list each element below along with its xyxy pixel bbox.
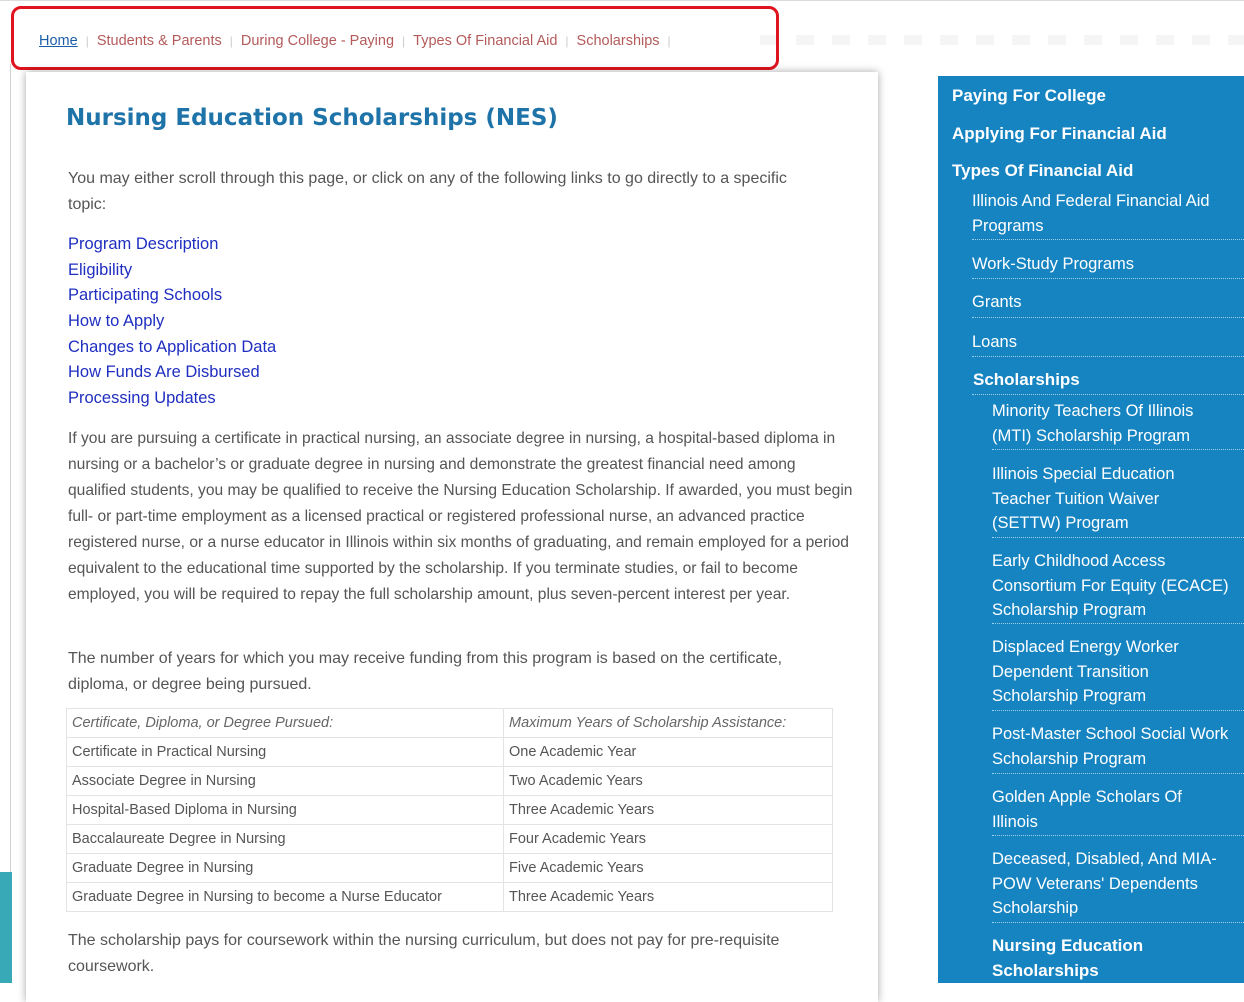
- sidebar-item-post-master-social-work[interactable]: Post-Master School Social Work Scholarsh…: [992, 722, 1244, 771]
- left-accent-bar: [0, 872, 12, 983]
- sidebar-item-displaced-energy-worker[interactable]: Displaced Energy Worker Dependent Transi…: [992, 635, 1212, 709]
- sidebar-item-veterans-dependents[interactable]: Deceased, Disabled, And MIA-POW Veterans…: [992, 847, 1237, 921]
- sidebar-divider: [972, 317, 1244, 318]
- table-header: Certificate, Diploma, or Degree Pursued:: [66, 708, 504, 738]
- sidebar-item-applying-for-financial-aid[interactable]: Applying For Financial Aid: [952, 122, 1167, 147]
- sidebar-item-illinois-federal-programs[interactable]: Illinois And Federal Financial Aid Progr…: [972, 189, 1234, 238]
- intro-text: You may either scroll through this page,…: [68, 170, 787, 213]
- table-cell: Graduate Degree in Nursing: [66, 853, 504, 883]
- table-cell: Certificate in Practical Nursing: [66, 737, 504, 767]
- sidebar-item-loans[interactable]: Loans: [972, 330, 1017, 355]
- table-row: Associate Degree in Nursing Two Academic…: [66, 766, 833, 796]
- table-cell: Four Academic Years: [503, 824, 833, 854]
- sidebar-divider: [992, 710, 1244, 711]
- sidebar-divider: [972, 394, 1244, 395]
- table-cell: Five Academic Years: [503, 853, 833, 883]
- sidebar-item-ecace-scholarship[interactable]: Early Childhood Access Consortium For Eq…: [992, 549, 1244, 623]
- link-changes-to-application-data[interactable]: Changes to Application Data: [68, 338, 276, 356]
- table-row: Hospital-Based Diploma in Nursing Three …: [66, 795, 833, 825]
- table-cell: Graduate Degree in Nursing to become a N…: [66, 882, 504, 912]
- sidebar-divider: [992, 835, 1244, 836]
- table-cell: Hospital-Based Diploma in Nursing: [66, 795, 504, 825]
- table-row: Certificate in Practical Nursing One Aca…: [66, 737, 833, 767]
- table-row: Baccalaureate Degree in Nursing Four Aca…: [66, 824, 833, 854]
- table-cell: Three Academic Years: [503, 882, 833, 912]
- sidebar-divider: [992, 922, 1244, 923]
- breadcrumb-highlight-box: [11, 6, 779, 70]
- sidebar-divider: [992, 449, 1244, 450]
- coursework-note-text: The scholarship pays for coursework with…: [68, 932, 780, 975]
- sidebar-divider: [992, 537, 1244, 538]
- link-program-description[interactable]: Program Description: [68, 235, 218, 253]
- sidebar-divider: [992, 623, 1244, 624]
- sidebar-item-types-of-financial-aid[interactable]: Types Of Financial Aid: [952, 159, 1133, 184]
- link-eligibility[interactable]: Eligibility: [68, 261, 132, 279]
- sidebar-item-paying-for-college[interactable]: Paying For College: [952, 84, 1106, 109]
- sidebar-divider: [972, 356, 1244, 357]
- table-cell: Two Academic Years: [503, 766, 833, 796]
- table-row: Graduate Degree in Nursing to become a N…: [66, 882, 833, 912]
- sidebar-item-golden-apple[interactable]: Golden Apple Scholars Of Illinois: [992, 785, 1212, 834]
- table-header: Maximum Years of Scholarship Assistance:: [503, 708, 833, 738]
- years-note-text: The number of years for which you may re…: [68, 650, 783, 693]
- program-description-text: If you are pursuing a certificate in pra…: [68, 430, 853, 603]
- sidebar-item-grants[interactable]: Grants: [972, 290, 1022, 315]
- sidebar-divider: [972, 239, 1244, 240]
- sidebar-item-scholarships[interactable]: Scholarships: [973, 368, 1080, 393]
- topic-links: Program Description Eligibility Particip…: [68, 231, 276, 411]
- sidebar-nav: Paying For College Applying For Financia…: [938, 76, 1244, 983]
- sidebar-divider: [972, 278, 1244, 279]
- link-how-to-apply[interactable]: How to Apply: [68, 312, 164, 330]
- sidebar-divider: [992, 773, 1244, 774]
- table-header-row: Certificate, Diploma, or Degree Pursued:…: [66, 708, 833, 738]
- sidebar-item-mti-scholarship[interactable]: Minority Teachers Of Illinois (MTI) Scho…: [992, 399, 1222, 448]
- link-participating-schools[interactable]: Participating Schools: [68, 286, 222, 304]
- table-cell: One Academic Year: [503, 737, 833, 767]
- content-card: Nursing Education Scholarships (NES) You…: [26, 72, 878, 1002]
- link-how-funds-are-disbursed[interactable]: How Funds Are Disbursed: [68, 363, 260, 381]
- sidebar-item-work-study[interactable]: Work-Study Programs: [972, 252, 1134, 277]
- left-divider: [10, 64, 11, 872]
- page-title: Nursing Education Scholarships (NES): [66, 105, 558, 131]
- years-table: Certificate, Diploma, or Degree Pursued:…: [66, 708, 833, 912]
- link-processing-updates[interactable]: Processing Updates: [68, 389, 216, 407]
- sidebar-item-settw-program[interactable]: Illinois Special Education Teacher Tuiti…: [992, 462, 1212, 536]
- table-row: Graduate Degree in Nursing Five Academic…: [66, 853, 833, 883]
- table-cell: Associate Degree in Nursing: [66, 766, 504, 796]
- table-cell: Three Academic Years: [503, 795, 833, 825]
- sidebar-item-nursing-education-scholarships[interactable]: Nursing Education Scholarships: [992, 934, 1192, 983]
- table-cell: Baccalaureate Degree in Nursing: [66, 824, 504, 854]
